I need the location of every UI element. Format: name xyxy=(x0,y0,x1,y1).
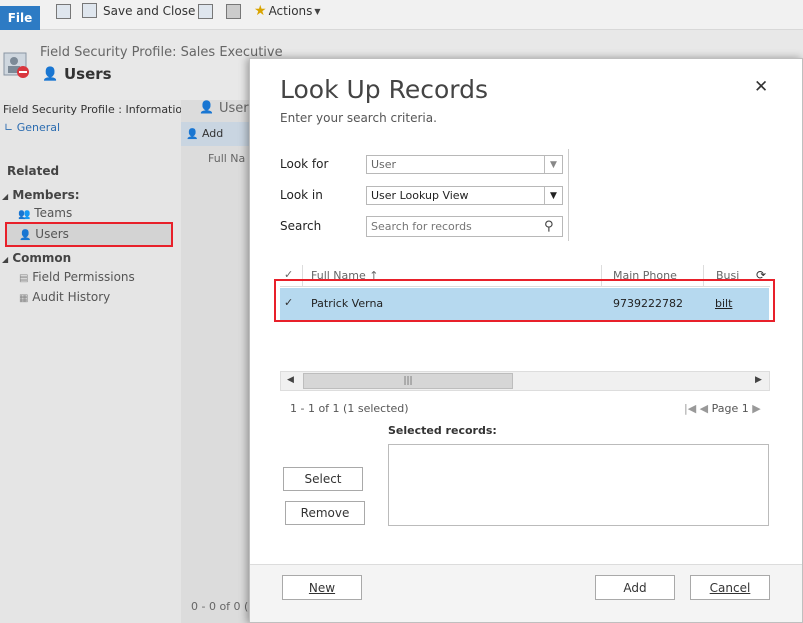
save-and-close-label: Save and Close xyxy=(103,3,196,18)
ribbon: File Save and Close ★ Actions ▼ xyxy=(0,0,803,30)
first-page-icon[interactable]: |◀ xyxy=(684,402,696,415)
field-permissions-label: Field Permissions xyxy=(32,270,135,284)
dialog-subtitle: Enter your search criteria. xyxy=(280,111,437,125)
field-permissions-icon: ▤ xyxy=(19,273,29,284)
look-for-label: Look for xyxy=(280,157,329,171)
selected-records-label: Selected records: xyxy=(388,424,497,437)
common-label: Common xyxy=(12,251,72,265)
search-icon[interactable]: ⚲ xyxy=(544,219,554,234)
user-icon: 👤 xyxy=(42,67,59,82)
related-heading: Related xyxy=(7,164,60,178)
members-heading: ◢ Members: xyxy=(2,188,80,202)
search-input[interactable] xyxy=(366,216,563,237)
nav-item-users[interactable]: 👤 Users xyxy=(19,227,69,241)
teams-label: Teams xyxy=(34,206,73,220)
members-label: Members: xyxy=(12,188,80,202)
search-label: Search xyxy=(280,219,322,233)
save-close-icon xyxy=(82,3,97,18)
chevron-down-icon: ▼ xyxy=(544,156,562,173)
save-icon[interactable] xyxy=(56,4,71,19)
teams-icon: 👥 xyxy=(18,209,31,220)
actions-star-icon: ★ xyxy=(254,3,267,19)
add-label: Add xyxy=(201,127,224,140)
content-area: 👤 Users 👤 Add Full Na 0 - 0 of 0 (0 sele… xyxy=(181,100,310,623)
save-as-icon[interactable] xyxy=(198,4,213,19)
nav-section-title: Field Security Profile : Information xyxy=(3,103,190,116)
previous-page-icon[interactable]: ◀ xyxy=(700,402,708,415)
scroll-left-icon[interactable]: ◀ xyxy=(287,375,294,385)
nav-item-field-permissions[interactable]: ▤ Field Permissions xyxy=(19,270,135,284)
look-for-value: User xyxy=(371,158,397,171)
entity-label: Field Security Profile: Sales Executive xyxy=(40,45,283,60)
look-in-select[interactable]: User Lookup View ▼ xyxy=(366,186,563,205)
horizontal-scrollbar[interactable]: ◀ ||| ▶ xyxy=(280,371,770,391)
scroll-right-icon[interactable]: ▶ xyxy=(755,375,762,385)
selected-row-highlight-box xyxy=(274,279,775,322)
subgrid-add-button[interactable]: 👤 Add xyxy=(186,127,223,140)
nav-item-audit-history[interactable]: ▦ Audit History xyxy=(19,290,110,304)
dialog-title: Look Up Records xyxy=(280,75,489,104)
chevron-down-icon: ▼ xyxy=(314,6,321,16)
save-and-close-button[interactable]: Save and Close xyxy=(82,3,195,18)
scrollbar-thumb[interactable]: ||| xyxy=(303,373,513,389)
look-in-label: Look in xyxy=(280,188,323,202)
paging-status: 1 - 1 of 1 (1 selected) xyxy=(290,402,409,415)
remove-button[interactable]: Remove xyxy=(285,501,365,525)
nav-item-teams[interactable]: 👥 Teams xyxy=(18,206,72,220)
page-title: Users xyxy=(64,65,112,83)
next-page-icon[interactable]: ▶ xyxy=(752,402,760,415)
field-security-profile-icon xyxy=(3,52,29,78)
actions-menu[interactable]: ★ Actions ▼ xyxy=(254,3,321,19)
dialog-footer: New Add Cancel xyxy=(250,564,802,622)
actions-label: Actions xyxy=(268,4,313,18)
chevron-down-icon: ▼ xyxy=(544,187,562,204)
look-for-select[interactable]: User ▼ xyxy=(366,155,563,174)
left-navigation: Field Security Profile : Information ∟ G… xyxy=(0,100,189,623)
lookup-dialog: Look Up Records Enter your search criter… xyxy=(249,58,803,623)
user-icon: 👤 xyxy=(199,100,214,114)
general-label: General xyxy=(16,121,61,134)
file-tab[interactable]: File xyxy=(0,6,40,30)
cancel-button[interactable]: Cancel xyxy=(690,575,770,600)
column-header-full-name: Full Na xyxy=(208,152,246,165)
new-button[interactable]: New xyxy=(282,575,362,600)
nav-general-link[interactable]: ∟ General xyxy=(4,121,60,134)
audit-history-icon: ▦ xyxy=(19,293,29,304)
selected-records-list[interactable] xyxy=(388,444,769,526)
user-icon: 👤 xyxy=(19,230,32,241)
close-icon[interactable]: ✕ xyxy=(754,77,768,97)
look-in-value: User Lookup View xyxy=(371,189,469,202)
add-button[interactable]: Add xyxy=(595,575,675,600)
add-user-icon: 👤 xyxy=(186,129,199,140)
audit-history-label: Audit History xyxy=(32,290,111,304)
users-label: Users xyxy=(35,227,69,241)
pager: |◀ ◀ Page 1 ▶ xyxy=(684,402,761,415)
collapse-icon: ◢ xyxy=(2,192,9,201)
tree-branch-icon: ∟ xyxy=(4,121,14,134)
criteria-divider xyxy=(568,149,569,241)
common-heading: ◢ Common xyxy=(2,251,71,265)
select-button[interactable]: Select xyxy=(283,467,363,491)
collapse-icon: ◢ xyxy=(2,255,9,264)
print-icon[interactable] xyxy=(226,4,241,19)
page-number: Page 1 xyxy=(711,402,749,415)
